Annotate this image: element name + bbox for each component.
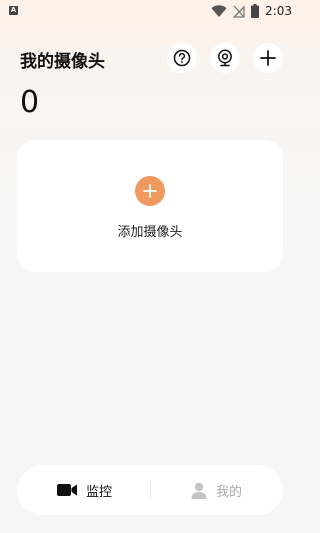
video-camera-icon <box>57 484 77 496</box>
nav-item-label: 我的 <box>216 484 243 500</box>
camera-device-button[interactable] <box>210 43 240 73</box>
nav-divider <box>150 480 151 500</box>
battery-icon <box>251 4 260 18</box>
plus-icon <box>143 184 157 198</box>
add-camera-label: 添加摄像头 <box>117 225 183 240</box>
notification-a-icon: A <box>9 6 18 15</box>
person-icon <box>191 482 207 499</box>
status-bar: A 2:03 <box>0 0 300 22</box>
add-camera-card[interactable]: 添加摄像头 <box>17 140 283 272</box>
help-button[interactable] <box>167 43 197 73</box>
plus-icon <box>260 50 276 66</box>
status-icons: 2:03 <box>211 3 292 19</box>
bottom-nav: 监控 我的 <box>17 465 283 515</box>
no-signal-icon <box>233 4 245 18</box>
camera-device-icon <box>218 49 232 67</box>
add-button[interactable] <box>253 43 283 73</box>
add-camera-button[interactable] <box>135 176 165 206</box>
status-time: 2:03 <box>265 4 292 18</box>
page-title: 我的摄像头 <box>20 52 105 72</box>
nav-item-monitor[interactable]: 监控 <box>57 465 112 515</box>
wifi-icon <box>211 4 227 17</box>
nav-item-label: 监控 <box>86 484 113 500</box>
help-icon <box>173 49 191 67</box>
nav-item-mine[interactable]: 我的 <box>191 465 242 515</box>
camera-count: 0 <box>20 85 40 120</box>
